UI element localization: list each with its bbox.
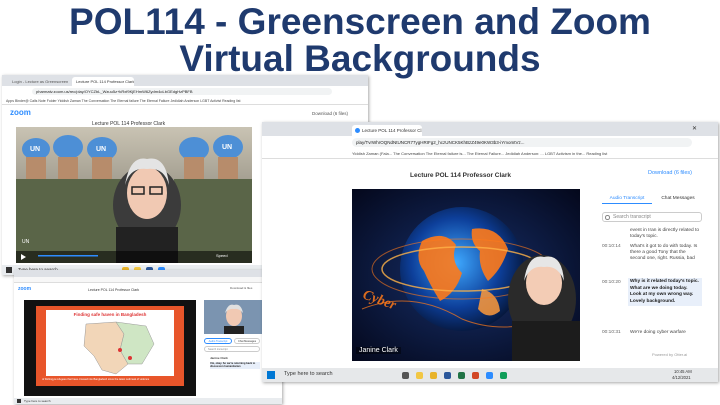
browser-tab-strip: Lecture POL 114 Professor Cl... ✕ (262, 122, 718, 136)
task-view-icon[interactable] (402, 371, 409, 379)
chrome-icon[interactable] (430, 371, 437, 379)
taskbar-search[interactable]: Type here to search (24, 399, 51, 403)
search-transcript-input[interactable]: Search transcript (204, 346, 260, 352)
taskbar: Type here to search 10:45 AM 4/12/2021 (262, 368, 718, 382)
tab-chat-messages[interactable]: Chat Messages (654, 194, 702, 204)
cyber-globe-background (352, 189, 580, 361)
powered-by-otter: Powered by Otter.ai (652, 352, 688, 357)
transcript-line-highlighted: Um, okay. So we're returning back to dis… (210, 362, 260, 369)
speaker-name: Janine Clark (210, 356, 228, 360)
participant-name-label: Janine Clark (356, 347, 401, 354)
clock-time[interactable]: 10:45 AM (674, 369, 692, 374)
windows-logo-icon[interactable] (6, 267, 12, 273)
folder-icon[interactable] (416, 371, 423, 379)
windows-logo-icon[interactable] (267, 371, 275, 379)
edge-icon[interactable] (500, 371, 507, 379)
video-caption: UN (22, 239, 30, 245)
browser-tab-active[interactable]: Lecture POL 114 Professor Cl... (352, 125, 422, 136)
video-player[interactable]: UN UN UN UN Speed (16, 127, 252, 263)
speaker-video (204, 300, 264, 334)
svg-text:UN: UN (96, 146, 106, 153)
bangladesh-map (83, 321, 155, 375)
zoom-favicon (355, 128, 360, 133)
lecture-title: Lecture POL 114 Professor Clark (410, 172, 512, 179)
slide-heading: Finding safe haven in Bangladesh (73, 312, 147, 317)
windows-logo-icon[interactable] (17, 399, 21, 403)
search-icon (605, 215, 610, 220)
speed-control[interactable]: Speed (216, 253, 228, 258)
slide-title-line-1: POL114 - Greenscreen and Zoom (69, 1, 651, 42)
svg-text:UN: UN (30, 146, 40, 153)
slide-title-line-2: Virtual Backgrounds (179, 38, 541, 79)
tab-audio-transcript[interactable]: Audio Transcript (602, 194, 652, 204)
excel-icon[interactable] (458, 371, 465, 379)
play-icon[interactable] (21, 254, 26, 260)
slide-caption: of Rohingya refugees that have crossed i… (42, 378, 150, 381)
close-icon[interactable]: ✕ (692, 125, 697, 132)
transcript-line: What's it got to do with today. Is there… (630, 244, 698, 261)
address-bar[interactable]: play/TvrWhrOQNdNtUNCR77ygHRIFg2_hczUNCK5… (352, 138, 692, 147)
svg-text:UN: UN (222, 144, 232, 151)
transcript-line-highlighted: Why is it related today's topic. What ar… (628, 278, 702, 306)
browser-tab-active[interactable]: Lecture POL 114 Professor Clark (72, 77, 134, 86)
taskbar-search[interactable]: Type here to search (284, 371, 333, 377)
browser-tab[interactable]: Login - Lecture as Greenscreen (8, 77, 68, 86)
slide-white-area: Finding safe haven in Bangladesh (46, 310, 174, 376)
browser-tab-strip (14, 270, 282, 277)
download-link[interactable]: Download & files (230, 286, 252, 290)
transcript-timestamp[interactable]: 00:10:31 (602, 330, 621, 335)
transcript-line: event in Iran is directly related to tod… (630, 228, 700, 239)
browser-tab-strip: Login - Lecture as Greenscreen Lecture P… (2, 75, 368, 86)
video-player[interactable]: Finding safe haven in Bangladesh of Rohi… (24, 300, 196, 396)
video-player[interactable]: Cyber Janine Clark (352, 189, 580, 361)
speaker-thumbnail (204, 300, 264, 334)
un-peacekeepers-background: UN UN UN (16, 127, 252, 263)
zoom-icon[interactable] (486, 371, 493, 379)
zoom-logo: zoom (10, 108, 31, 117)
word-icon[interactable] (444, 371, 451, 379)
screenshot-bangladesh-lecture: zoom Lecture POL 114 Professor Clark Dow… (14, 270, 282, 404)
slide: POL114 - Greenscreen and Zoom Virtual Ba… (0, 0, 720, 405)
slide-frame: Finding safe haven in Bangladesh of Rohi… (36, 306, 184, 386)
download-link[interactable]: Download (6 files) (312, 111, 348, 116)
transcript-timestamp[interactable]: 00:10:20 (602, 280, 621, 285)
bookmarks-bar: Yiddish Zaman (Fala... The Conversation … (262, 149, 718, 159)
zoom-logo: zoom (18, 286, 32, 292)
taskbar: Type here to search (14, 398, 282, 404)
download-link[interactable]: Download (6 files) (648, 170, 692, 176)
screenshot-cyber-lecture: Lecture POL 114 Professor Cl... ✕ play/T… (262, 122, 718, 382)
address-bar[interactable]: pharmatv.zoom.us/rec/play/OYCZbL_Wzuu5z+… (32, 88, 332, 95)
bookmarks-bar (14, 277, 282, 283)
tab-audio-transcript[interactable]: Audio Transcript (204, 338, 232, 344)
transcript-timestamp[interactable]: 00:10:14 (602, 244, 621, 249)
transcript-line: We're doing cyber warfare (630, 330, 686, 335)
bookmarks-bar: Apps Binder@ Calls Note Folder Yiddish Z… (2, 97, 368, 105)
transcript-panel: Audio Transcript Chat Messages Search tr… (602, 194, 714, 362)
tab-chat-messages[interactable]: Chat Messages (234, 338, 260, 344)
powerpoint-icon[interactable] (472, 371, 479, 379)
lecture-title: Lecture POL 114 Professor Clark (88, 288, 140, 292)
clock-date[interactable]: 4/12/2021 (672, 375, 691, 380)
search-transcript-input[interactable]: Search transcript (602, 212, 702, 222)
